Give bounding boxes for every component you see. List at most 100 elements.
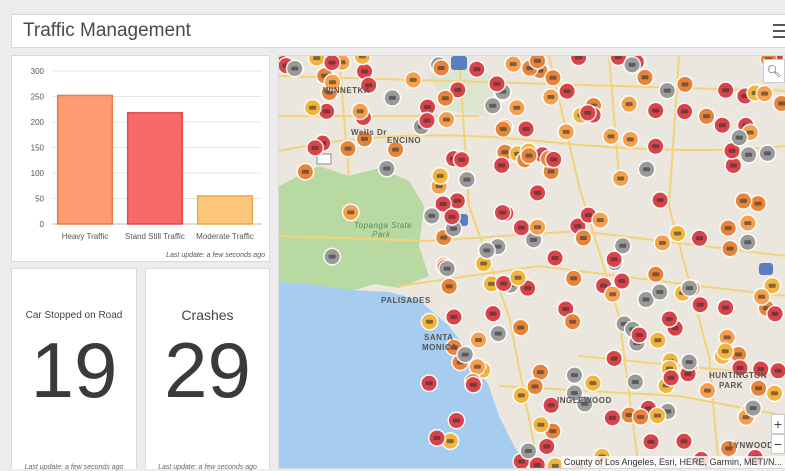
map-incident-marker[interactable] [611,169,630,188]
map-incident-marker[interactable] [626,372,645,391]
map-incident-marker[interactable] [691,295,710,314]
zoom-out-button[interactable]: − [771,434,785,454]
map-incident-marker[interactable] [738,214,757,233]
map-incident-marker[interactable] [469,330,488,349]
map-incident-marker[interactable] [404,70,423,89]
map-incident-marker[interactable] [680,279,699,298]
map-incident-marker[interactable] [285,59,304,78]
traffic-map[interactable]: WINNETKA ENCINO Topanga State Park PALISADES… [278,55,785,469]
map-incident-marker[interactable] [752,287,771,306]
map-incident-marker[interactable] [637,160,656,179]
map-incident-marker[interactable] [541,88,560,107]
map-incident-marker[interactable] [605,250,624,269]
map-incident-marker[interactable] [653,233,672,252]
map-incident-marker[interactable] [721,239,740,258]
map-incident-marker[interactable] [602,127,621,146]
map-incident-marker[interactable] [504,56,523,74]
map-incident-marker[interactable] [467,60,486,79]
map-incident-marker[interactable] [303,98,322,117]
map-incident-marker[interactable] [662,368,681,387]
map-incident-marker[interactable] [630,325,649,344]
map-incident-marker[interactable] [338,139,357,158]
map-incident-marker[interactable] [557,122,576,141]
zoom-in-button[interactable]: + [771,414,785,434]
map-incident-marker[interactable] [658,81,677,100]
map-incident-marker[interactable] [716,342,735,361]
map-incident-marker[interactable] [508,268,527,287]
map-incident-marker[interactable] [642,432,661,451]
map-incident-marker[interactable] [422,206,441,225]
map-incident-marker[interactable] [738,233,757,252]
map-incident-marker[interactable] [464,375,483,394]
map-incident-marker[interactable] [574,228,593,247]
map-incident-marker[interactable] [578,103,597,122]
map-incident-marker[interactable] [537,437,556,456]
map-incident-marker[interactable] [452,150,471,169]
map-incident-marker[interactable] [680,353,699,372]
map-incident-marker[interactable] [438,259,457,278]
map-incident-marker[interactable] [531,415,550,434]
map-incident-marker[interactable] [730,128,749,147]
map-incident-marker[interactable] [623,56,642,74]
map-incident-marker[interactable] [603,408,622,427]
map-incident-marker[interactable] [440,277,459,296]
map-incident-marker[interactable] [484,304,503,323]
map-incident-marker[interactable] [646,101,665,120]
map-incident-marker[interactable] [457,170,476,189]
map-incident-marker[interactable] [511,318,530,337]
map-incident-marker[interactable] [749,379,768,398]
map-incident-marker[interactable] [583,374,602,393]
map-incident-marker[interactable] [646,265,665,284]
map-incident-marker[interactable] [651,191,670,210]
map-incident-marker[interactable] [543,68,562,87]
map-incident-marker[interactable] [744,399,763,418]
map-incident-marker[interactable] [650,283,669,302]
map-incident-marker[interactable] [437,110,456,129]
map-incident-marker[interactable] [739,145,758,164]
hamburger-menu-icon[interactable] [773,24,785,38]
map-incident-marker[interactable] [427,428,446,447]
map-incident-marker[interactable] [635,68,654,87]
map-incident-marker[interactable] [766,304,785,323]
map-incident-marker[interactable] [494,120,513,139]
map-incident-marker[interactable] [734,191,753,210]
map-incident-marker[interactable] [719,219,738,238]
map-incident-marker[interactable] [351,102,370,121]
map-incident-marker[interactable] [436,89,455,108]
map-incident-marker[interactable] [716,81,735,100]
map-incident-marker[interactable] [716,298,735,317]
map-incident-marker[interactable] [493,203,512,222]
map-incident-marker[interactable] [546,248,565,267]
map-incident-marker[interactable] [612,272,631,291]
map-incident-marker[interactable] [675,102,694,121]
map-basemap[interactable] [279,56,785,469]
map-incident-marker[interactable] [456,345,475,364]
map-incident-marker[interactable] [758,144,777,163]
map-search-button[interactable]: 🔍︎ [763,59,785,83]
map-incident-marker[interactable] [528,218,547,237]
map-incident-marker[interactable] [383,88,402,107]
map-incident-marker[interactable] [668,224,687,243]
map-incident-marker[interactable] [417,111,436,130]
map-incident-marker[interactable] [674,432,693,451]
map-incident-marker[interactable] [558,82,577,101]
map-incident-marker[interactable] [713,116,732,135]
map-incident-marker[interactable] [477,241,496,260]
map-incident-marker[interactable] [489,324,508,343]
map-incident-marker[interactable] [690,229,709,248]
map-incident-marker[interactable] [620,95,639,114]
map-incident-marker[interactable] [660,309,679,328]
map-incident-marker[interactable] [306,138,325,157]
map-incident-marker[interactable] [631,408,650,427]
map-incident-marker[interactable] [377,159,396,178]
map-incident-marker[interactable] [512,386,531,405]
map-incident-marker[interactable] [296,162,315,181]
map-incident-marker[interactable] [605,349,624,368]
map-incident-marker[interactable] [432,58,451,77]
map-incident-marker[interactable] [487,74,506,93]
map-incident-marker[interactable] [697,107,716,126]
map-incident-marker[interactable] [698,381,717,400]
map-incident-marker[interactable] [519,146,538,165]
map-incident-marker[interactable] [646,137,665,156]
map-incident-marker[interactable] [442,207,461,226]
